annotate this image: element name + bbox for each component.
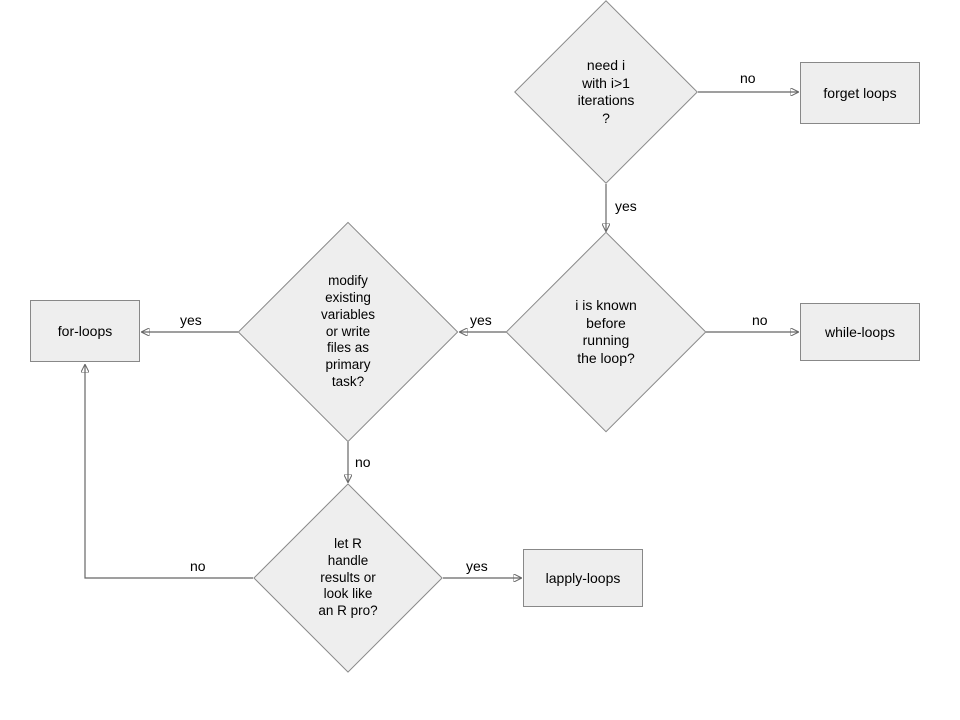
terminal-while-loops-text: while-loops	[825, 324, 895, 340]
decision-i-known-text: i is knownbeforerunningthe loop?	[575, 297, 636, 367]
label-d3-yes: yes	[180, 312, 202, 328]
decision-r-pro: let Rhandleresults orlook likean R pro?	[281, 511, 415, 645]
decision-modify-variables-text: modifyexistingvariablesor writefiles asp…	[321, 273, 375, 391]
label-d4-no: no	[190, 558, 206, 574]
terminal-lapply-loops: lapply-loops	[523, 549, 643, 607]
decision-i-known: i is knownbeforerunningthe loop?	[535, 261, 677, 403]
terminal-lapply-loops-text: lapply-loops	[546, 570, 621, 586]
label-d2-yes: yes	[470, 312, 492, 328]
label-d1-yes: yes	[615, 198, 637, 214]
terminal-for-loops-text: for-loops	[58, 323, 112, 339]
terminal-while-loops: while-loops	[800, 303, 920, 361]
label-d4-yes: yes	[466, 558, 488, 574]
terminal-forget-loops: forget loops	[800, 62, 920, 124]
label-d1-no: no	[740, 70, 756, 86]
terminal-for-loops: for-loops	[30, 300, 140, 362]
label-d3-no: no	[355, 454, 371, 470]
decision-need-iterations-text: need iwith i>1iterations?	[578, 57, 635, 127]
terminal-forget-loops-text: forget loops	[823, 85, 896, 101]
decision-need-iterations: need iwith i>1iterations?	[541, 27, 671, 157]
decision-r-pro-text: let Rhandleresults orlook likean R pro?	[318, 536, 377, 620]
decision-modify-variables: modifyexistingvariablesor writefiles asp…	[270, 254, 426, 410]
label-d2-no: no	[752, 312, 768, 328]
